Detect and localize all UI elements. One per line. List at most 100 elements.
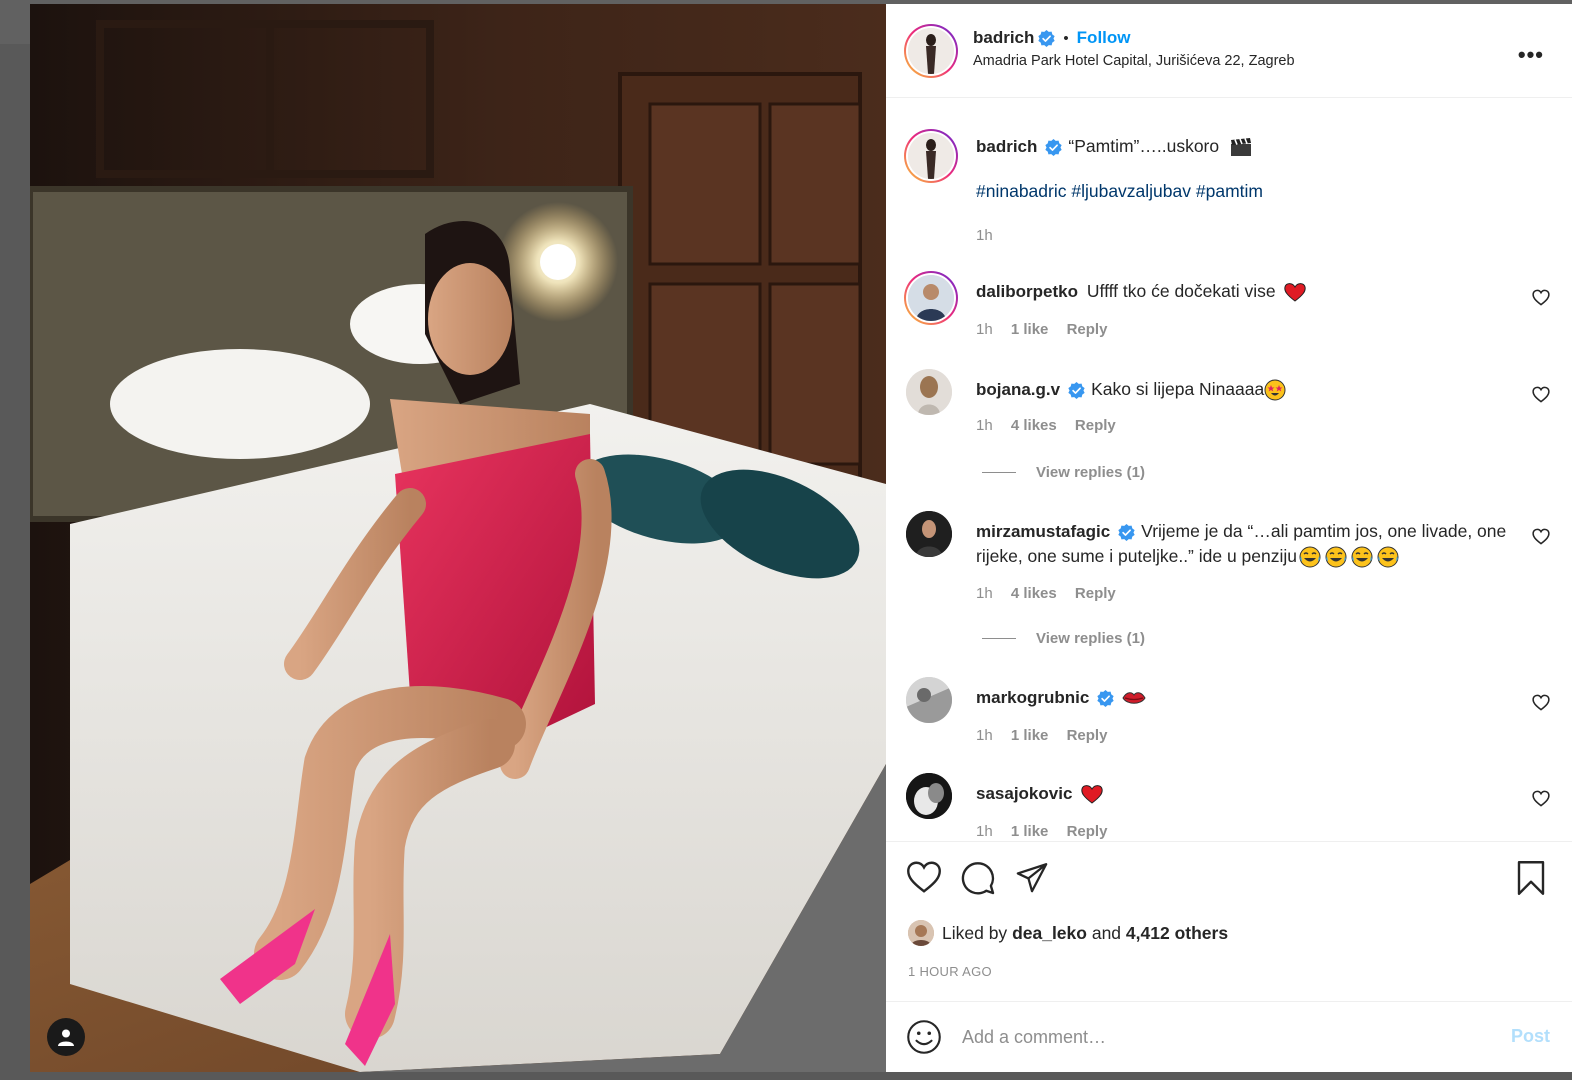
tears-of-joy-emoji-group <box>1297 546 1399 568</box>
caption-username[interactable]: badrich <box>976 137 1037 156</box>
comment-likes-count[interactable]: 4 likes <box>1011 417 1057 434</box>
caption-author-avatar[interactable] <box>904 129 958 183</box>
verified-badge-icon <box>1097 689 1115 707</box>
liked-by-username[interactable]: dea_leko <box>1012 923 1087 944</box>
view-replies-button[interactable]: View replies (1) <box>982 464 1145 481</box>
commenter-avatar-image <box>906 511 952 557</box>
kiss-mark-emoji-icon <box>1122 692 1146 705</box>
reply-button[interactable]: Reply <box>1067 727 1108 744</box>
comment-meta: 1h 1 like Reply <box>976 321 1121 338</box>
more-options-icon[interactable]: ••• <box>1518 42 1544 68</box>
commenter-avatar-image <box>906 677 952 723</box>
comment-likes-count[interactable]: 1 like <box>1011 321 1049 338</box>
like-comment-heart-icon[interactable] <box>1532 386 1550 403</box>
follow-button[interactable]: Follow <box>1077 28 1131 48</box>
view-replies-line <box>982 638 1016 639</box>
post-location[interactable]: Amadria Park Hotel Capital, Jurišićeva 2… <box>973 53 1295 69</box>
liked-by-summary: Liked by dea_leko and 4,412 others <box>908 920 1228 946</box>
comment-likes-count[interactable]: 4 likes <box>1011 585 1057 602</box>
tears-of-joy-emoji-icon <box>1299 546 1321 568</box>
liked-by-prefix: Liked by <box>942 922 1008 943</box>
caption-hashtags[interactable]: #ninabadric #ljubavzaljubav #pamtim <box>976 181 1263 202</box>
verified-badge-icon <box>1038 29 1056 47</box>
comment-text-block: mirzamustafagic Vrijeme je da “…ali pamt… <box>976 519 1516 568</box>
red-heart-emoji-icon <box>1081 785 1103 805</box>
star-struck-emoji-icon <box>1264 379 1286 401</box>
commenter-avatar-image <box>906 773 952 819</box>
tears-of-joy-emoji-icon <box>1351 546 1373 568</box>
verified-badge-icon <box>1045 138 1063 156</box>
comment-time: 1h <box>976 727 993 744</box>
clapperboard-icon <box>1231 138 1251 157</box>
reply-button[interactable]: Reply <box>1075 417 1116 434</box>
comment-text-block: daliborpetko Uffff tko će dočekati vise <box>976 279 1516 304</box>
separator-dot: • <box>1063 29 1069 47</box>
reply-button[interactable]: Reply <box>1067 823 1108 840</box>
commenter-avatar[interactable] <box>906 773 952 819</box>
author-avatar-image <box>908 28 954 74</box>
red-heart-emoji-icon <box>1284 283 1307 303</box>
commenter-avatar[interactable] <box>904 271 958 325</box>
post-actions-section: Liked by dea_leko and 4,412 others 1 HOU… <box>886 841 1572 1001</box>
liked-by-others[interactable]: 4,412 others <box>1126 923 1228 944</box>
caption-time: 1h <box>976 227 993 244</box>
comment-likes-count[interactable]: 1 like <box>1011 823 1049 840</box>
reply-button[interactable]: Reply <box>1067 321 1108 338</box>
author-username[interactable]: badrich <box>973 28 1034 48</box>
tears-of-joy-emoji-icon <box>1377 546 1399 568</box>
like-comment-heart-icon[interactable] <box>1532 289 1550 306</box>
tagged-users-button[interactable] <box>47 1018 85 1056</box>
comment-meta: 1h 1 like Reply <box>976 727 1121 744</box>
commenter-username[interactable]: bojana.g.v <box>976 380 1060 399</box>
commenter-avatar[interactable] <box>906 677 952 723</box>
comment-time: 1h <box>976 823 993 840</box>
like-comment-heart-icon[interactable] <box>1532 694 1550 711</box>
emoji-picker-icon[interactable] <box>906 1019 942 1055</box>
add-comment-bar: Post <box>886 1001 1572 1072</box>
share-paper-plane-icon[interactable] <box>1014 860 1050 894</box>
user-icon <box>58 1029 74 1046</box>
tears-of-joy-emoji-icon <box>1325 546 1347 568</box>
comment-text: Uffff tko će dočekati vise <box>1086 281 1276 301</box>
post-photo[interactable] <box>30 4 886 1072</box>
comment-text: Kako si lijepa Ninaaaa <box>1091 379 1265 399</box>
save-bookmark-icon[interactable] <box>1514 860 1548 896</box>
liked-by-avatar[interactable] <box>908 920 934 946</box>
commenter-username[interactable]: mirzamustafagic <box>976 522 1110 541</box>
comments-list[interactable]: badrich “Pamtim”…..uskoro #ninabadric #l… <box>886 99 1572 841</box>
comment-meta: 1h 1 like Reply <box>976 823 1121 840</box>
comment-text-block: sasajokovic <box>976 781 1516 806</box>
comment-meta: 1h 4 likes Reply <box>976 585 1130 602</box>
comment-meta: 1h 4 likes Reply <box>976 417 1130 434</box>
like-comment-heart-icon[interactable] <box>1532 528 1550 545</box>
comment-likes-count[interactable]: 1 like <box>1011 727 1049 744</box>
commenter-avatar-image <box>906 369 952 415</box>
liked-by-avatar-image <box>908 920 934 946</box>
post-sidebar: badrich • Follow Amadria Park Hotel Capi… <box>886 4 1572 1072</box>
verified-badge-icon <box>1068 381 1085 399</box>
reply-button[interactable]: Reply <box>1075 585 1116 602</box>
add-comment-input[interactable] <box>962 1022 1482 1052</box>
photo-illustration <box>30 4 886 1072</box>
author-avatar[interactable] <box>904 24 958 78</box>
commenter-username[interactable]: daliborpetko <box>976 282 1078 301</box>
commenter-avatar[interactable] <box>906 511 952 557</box>
comment-time: 1h <box>976 417 993 434</box>
verified-badge-icon <box>1118 523 1135 541</box>
commenter-avatar[interactable] <box>906 369 952 415</box>
comment-text-block: bojana.g.v Kako si lijepa Ninaaaa <box>976 377 1516 402</box>
like-heart-icon[interactable] <box>906 860 942 894</box>
comment-bubble-icon[interactable] <box>960 860 996 896</box>
like-comment-heart-icon[interactable] <box>1532 790 1550 807</box>
post-header: badrich • Follow Amadria Park Hotel Capi… <box>886 4 1572 98</box>
commenter-username[interactable]: markogrubnic <box>976 688 1089 707</box>
caption-avatar-image <box>908 133 954 179</box>
view-replies-line <box>982 472 1016 473</box>
commenter-username[interactable]: sasajokovic <box>976 784 1072 803</box>
post-timestamp[interactable]: 1 HOUR AGO <box>908 964 992 979</box>
post-comment-button[interactable]: Post <box>1511 1026 1550 1047</box>
commenter-avatar-image <box>908 275 954 321</box>
view-replies-button[interactable]: View replies (1) <box>982 630 1145 647</box>
comment-time: 1h <box>976 585 993 602</box>
comment-text-block: markogrubnic <box>976 685 1516 710</box>
